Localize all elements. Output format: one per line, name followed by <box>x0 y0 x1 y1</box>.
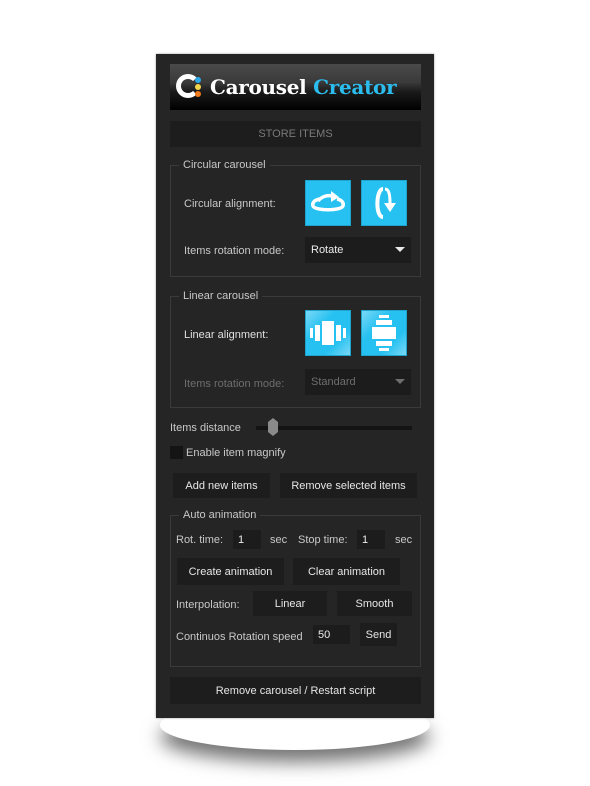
clear-animation-button[interactable]: Clear animation <box>293 558 400 585</box>
circular-vertical-button[interactable] <box>361 180 407 226</box>
circular-carousel-title: Circular carousel <box>179 158 270 172</box>
linear-alignment-label: Linear alignment: <box>184 329 269 341</box>
circular-horizontal-button[interactable] <box>305 180 351 226</box>
circular-carousel-group: Circular carousel Circular alignment: It… <box>170 158 421 277</box>
remove-carousel-restart-button[interactable]: Remove carousel / Restart script <box>170 677 421 704</box>
auto-animation-group: Auto animation Rot. time: 1 sec Stop tim… <box>170 508 421 667</box>
linear-carousel-title: Linear carousel <box>179 289 263 303</box>
logo-word-creator: Creator <box>313 75 397 99</box>
auto-animation-title: Auto animation <box>179 508 261 522</box>
linear-horizontal-button[interactable] <box>305 310 351 356</box>
horizontal-rotate-icon <box>311 191 345 212</box>
items-distance-slider-thumb[interactable] <box>268 418 278 436</box>
rotation-speed-input[interactable]: 50 <box>313 625 350 644</box>
rotation-speed-label: Continuos Rotation speed <box>176 631 303 643</box>
circular-rotation-mode-select[interactable]: Rotate <box>305 237 411 263</box>
store-items-button[interactable]: STORE ITEMS <box>170 121 421 147</box>
linear-rotation-mode-select[interactable]: Standard <box>305 369 411 395</box>
rot-time-unit: sec <box>270 534 288 546</box>
circular-rotation-mode-label: Items rotation mode: <box>184 245 285 257</box>
circular-alignment-label: Circular alignment: <box>184 198 276 210</box>
stop-time-unit: sec <box>395 534 413 546</box>
enable-magnify-checkbox[interactable] <box>170 446 183 459</box>
add-new-items-button[interactable]: Add new items <box>173 473 270 498</box>
stop-time-label: Stop time: <box>298 534 348 546</box>
linear-rotation-mode-value: Standard <box>311 376 356 388</box>
logo-icon <box>176 72 206 102</box>
vertical-rotate-icon <box>375 187 396 219</box>
chevron-down-icon <box>395 247 405 252</box>
horizontal-linear-icon <box>310 321 346 345</box>
send-speed-button[interactable]: Send <box>360 623 397 646</box>
linear-vertical-button[interactable] <box>361 310 407 356</box>
rot-time-input[interactable]: 1 <box>233 530 261 549</box>
enable-magnify-label: Enable item magnify <box>186 447 286 459</box>
vertical-linear-icon <box>372 315 396 351</box>
interpolation-smooth-button[interactable]: Smooth <box>337 591 412 616</box>
items-distance-label: Items distance <box>170 422 241 434</box>
linear-rotation-mode-label: Items rotation mode: <box>184 378 285 390</box>
logo-word-carousel: Carousel <box>210 75 307 99</box>
rot-time-label: Rot. time: <box>176 534 224 546</box>
carousel-creator-panel: Carousel Creator STORE ITEMS Circular ca… <box>156 54 434 718</box>
interpolation-label: Interpolation: <box>176 599 240 611</box>
chevron-down-icon <box>395 379 405 384</box>
circular-rotation-mode-value: Rotate <box>311 244 344 256</box>
interpolation-linear-button[interactable]: Linear <box>253 591 327 616</box>
logo-banner: Carousel Creator <box>170 64 421 110</box>
stop-time-input[interactable]: 1 <box>357 530 385 549</box>
logo-text: Carousel Creator <box>210 75 397 99</box>
linear-carousel-group: Linear carousel Linear alignment: Items … <box>170 289 421 408</box>
items-distance-slider[interactable] <box>256 426 412 430</box>
remove-selected-items-button[interactable]: Remove selected items <box>280 473 417 498</box>
create-animation-button[interactable]: Create animation <box>177 558 284 585</box>
